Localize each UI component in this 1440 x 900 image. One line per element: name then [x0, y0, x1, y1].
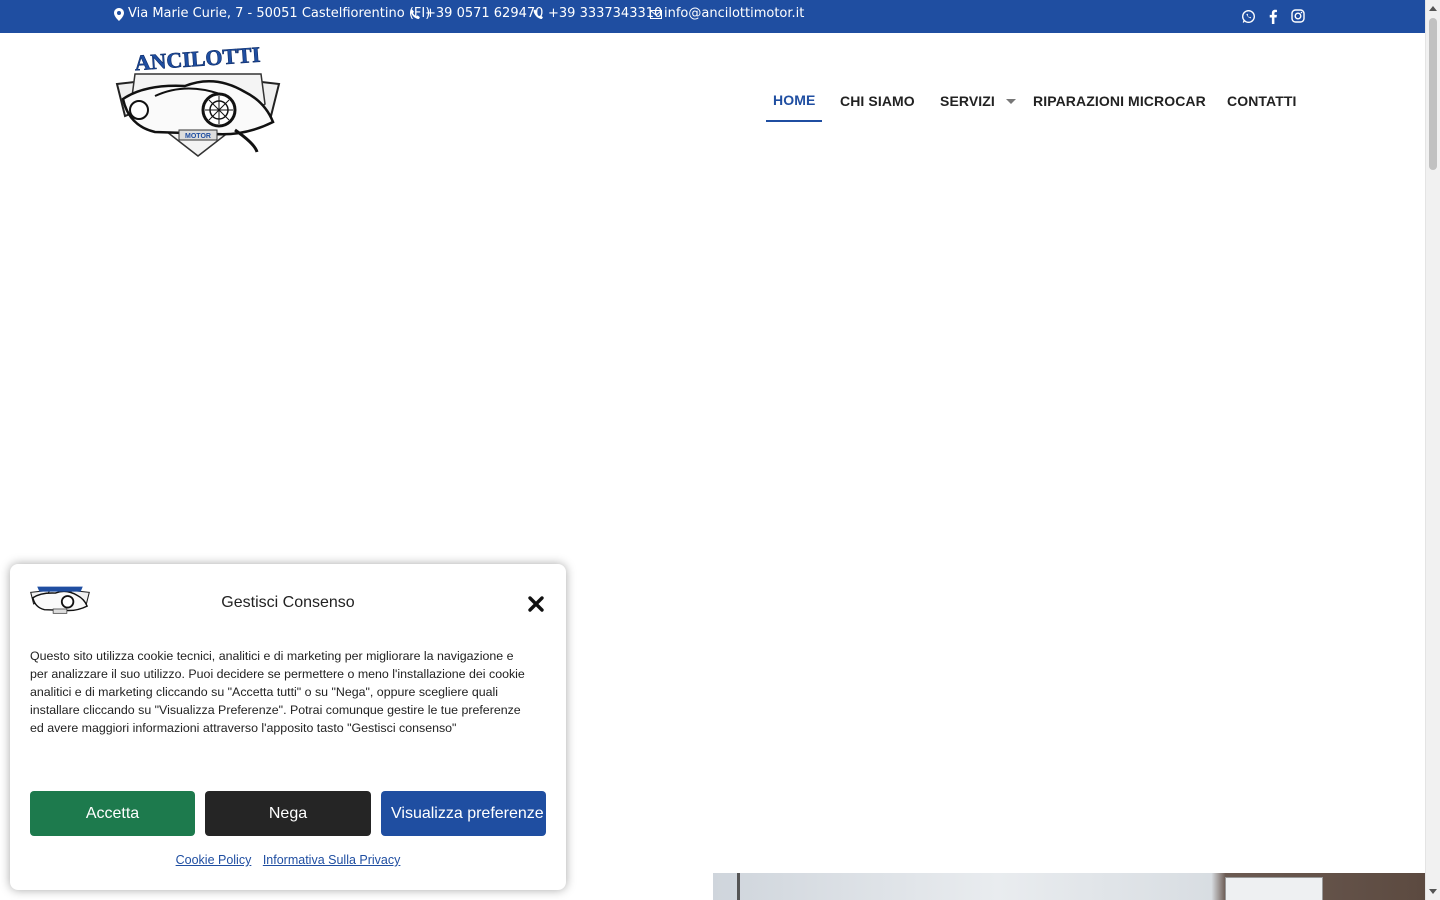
- nav-chi-siamo[interactable]: CHI SIAMO: [840, 80, 915, 122]
- facebook-icon[interactable]: [1265, 8, 1281, 24]
- phone-icon: [410, 9, 420, 19]
- scroll-down-arrow-icon[interactable]: [1429, 889, 1437, 894]
- nav-servizi-label[interactable]: SERVIZI: [940, 93, 995, 109]
- nav-chi-siamo-label[interactable]: CHI SIAMO: [840, 93, 915, 109]
- map-pin-icon: [114, 7, 124, 21]
- cookie-dialog-links: Cookie Policy Informativa Sulla Privacy: [10, 853, 566, 867]
- logo-sub-text: MOTOR: [185, 133, 211, 140]
- nav-servizi[interactable]: SERVIZI: [940, 80, 1016, 122]
- deny-button[interactable]: Nega: [205, 791, 371, 836]
- address-text: Via Marie Curie, 7 - 50051 Castelfiorent…: [128, 6, 431, 21]
- cookie-policy-link[interactable]: Cookie Policy: [176, 853, 252, 867]
- email-item[interactable]: info@ancilottimotor.it: [650, 6, 804, 22]
- address-item: Via Marie Curie, 7 - 50051 Castelfiorent…: [114, 6, 430, 22]
- scroll-up-arrow-icon[interactable]: [1429, 6, 1437, 11]
- scroll-thumb[interactable]: [1429, 18, 1437, 170]
- nav-home[interactable]: HOME: [766, 80, 823, 122]
- instagram-icon[interactable]: [1290, 8, 1306, 24]
- phone2-text[interactable]: +39 3337343310: [548, 6, 662, 22]
- phone2-item[interactable]: +39 3337343310: [533, 6, 662, 22]
- whatsapp-icon[interactable]: [1240, 8, 1256, 24]
- hero-shop-sign: [1225, 877, 1323, 900]
- close-icon[interactable]: [527, 595, 545, 613]
- top-contact-bar: Via Marie Curie, 7 - 50051 Castelfiorent…: [0, 0, 1425, 33]
- hero-pole: [737, 873, 740, 900]
- dropdown-caret-icon[interactable]: [1005, 98, 1016, 104]
- cookie-dialog-text: Questo sito utilizza cookie tecnici, ana…: [30, 649, 525, 735]
- nav-contatti-label[interactable]: CONTATTI: [1227, 93, 1297, 109]
- privacy-policy-link[interactable]: Informativa Sulla Privacy: [263, 853, 401, 867]
- accept-button[interactable]: Accetta: [30, 791, 195, 836]
- page-scrollbar[interactable]: [1425, 0, 1440, 900]
- nav-riparazioni-microcar[interactable]: RIPARAZIONI MICROCAR: [1033, 80, 1206, 122]
- phone1-item[interactable]: +39 0571 629470: [410, 6, 543, 22]
- phone-icon: [533, 9, 543, 19]
- cookie-dialog-title: Gestisci Consenso: [221, 594, 355, 611]
- nav-home-label[interactable]: HOME: [773, 92, 815, 108]
- envelope-icon: [650, 9, 662, 19]
- view-preferences-button[interactable]: Visualizza preferenze: [381, 791, 546, 836]
- phone1-text[interactable]: +39 0571 629470: [425, 6, 543, 22]
- email-text[interactable]: info@ancilottimotor.it: [664, 6, 804, 22]
- nav-riparazioni-label[interactable]: RIPARAZIONI MICROCAR: [1033, 93, 1206, 109]
- main-navigation: HOME CHI SIAMO SERVIZI RIPARAZIONI MICRO…: [0, 80, 1425, 122]
- social-links: [1240, 8, 1306, 24]
- hero-image: [713, 873, 1425, 900]
- cookie-consent-dialog: Gestisci Consenso Questo sito utilizza c…: [10, 564, 566, 890]
- logo-brand-text: ANCILOTTI: [134, 44, 261, 75]
- nav-contatti[interactable]: CONTATTI: [1227, 80, 1297, 122]
